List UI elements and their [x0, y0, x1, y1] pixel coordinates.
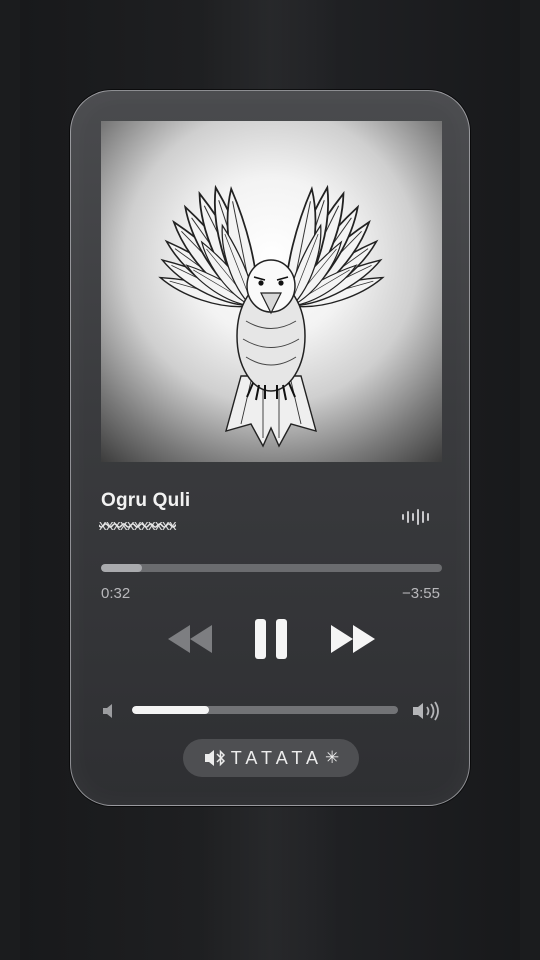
elapsed-time: 0:32 — [101, 585, 131, 602]
song-artist[interactable]: xxxxxxxxxxx — [99, 517, 177, 534]
output-device-name: TATATA — [230, 747, 324, 768]
volume-slider-fill — [132, 706, 210, 714]
pause-icon[interactable] — [253, 617, 289, 661]
album-artwork — [101, 121, 442, 462]
rewind-icon[interactable] — [166, 621, 214, 657]
volume-low-icon — [103, 704, 112, 718]
output-device-suffix: ✳ — [325, 748, 340, 767]
now-playing-card: Ogru Quli xxxxxxxxxxx 0:32 −3:55 TATATA … — [70, 90, 470, 806]
volume-high-icon — [413, 701, 439, 721]
fast-forward-icon[interactable] — [329, 621, 377, 657]
eagle-illustration — [156, 184, 387, 448]
volume-slider[interactable] — [132, 706, 398, 714]
waveform-icon — [402, 509, 429, 525]
playback-progress-bar[interactable] — [101, 564, 442, 572]
speaker-bluetooth-icon — [204, 749, 225, 767]
output-device-button[interactable]: TATATA ✳ — [183, 739, 359, 777]
playback-progress-fill — [101, 564, 142, 572]
remaining-time: −3:55 — [402, 585, 440, 602]
song-title[interactable]: Ogru Quli — [101, 490, 190, 512]
